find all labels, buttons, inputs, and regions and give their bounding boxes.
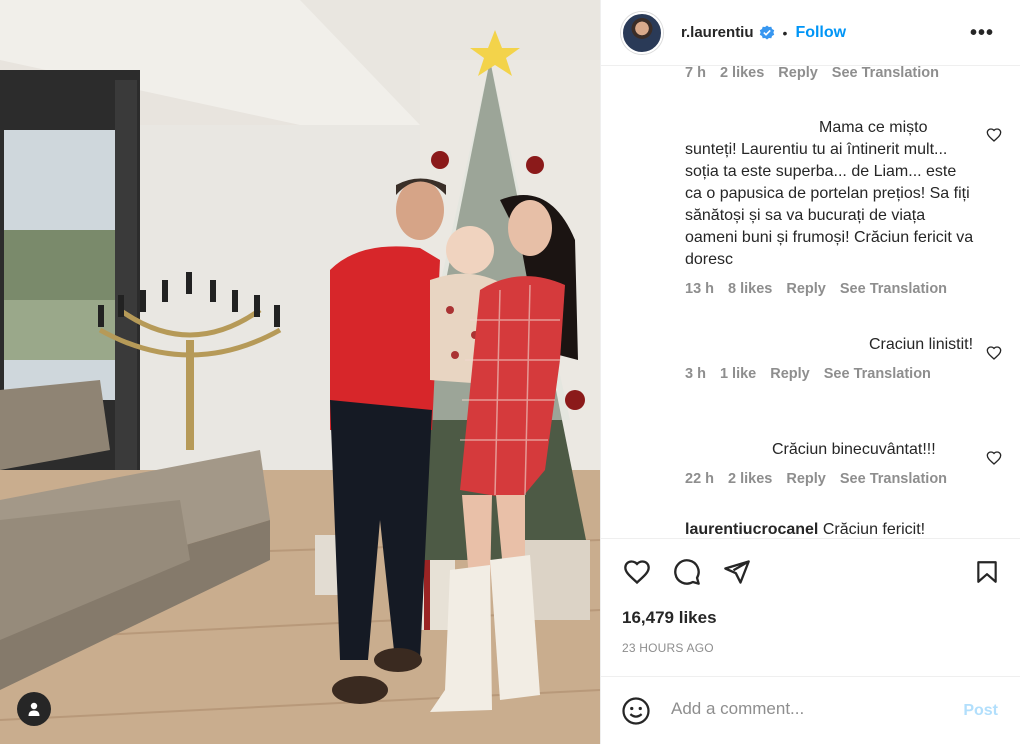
comment-time: 13 h [685, 281, 715, 297]
comment-text: Crăciun fericit! [822, 521, 926, 538]
comment-text: Crăciun binecuvântat!!! [772, 441, 936, 458]
post-photo[interactable] [0, 0, 600, 744]
post-timestamp: 23 HOURS AGO [622, 641, 714, 655]
see-translation-button[interactable]: See Translation [840, 471, 947, 487]
separator-dot: • [782, 24, 788, 41]
comment-time: 7 h [685, 66, 706, 81]
share-paper-plane-icon[interactable] [722, 558, 752, 586]
reply-button[interactable]: Reply [786, 281, 826, 297]
comment-item: 7 h 2 likes Reply See Translation [685, 66, 939, 81]
comment-likes[interactable]: 2 likes [728, 471, 772, 487]
like-comment-heart-icon[interactable] [986, 127, 1002, 143]
reply-button[interactable]: Reply [770, 366, 810, 382]
comment-item: Craciun linistit! 3 h 1 like Reply See T… [685, 334, 975, 382]
add-comment-bar: Post [601, 676, 1020, 744]
like-comment-heart-icon[interactable] [986, 345, 1002, 361]
emoji-smiley-icon[interactable] [621, 696, 651, 726]
comment-item: Mama ce mișto sunteți! Laurentiu tu ai î… [685, 117, 975, 297]
more-options-icon[interactable]: ••• [970, 22, 994, 45]
likes-count[interactable]: 16,479 likes [622, 608, 717, 628]
see-translation-button[interactable]: See Translation [824, 366, 931, 382]
like-comment-heart-icon[interactable] [986, 450, 1002, 466]
post-comment-button[interactable]: Post [963, 702, 998, 720]
reply-button[interactable]: Reply [778, 66, 818, 81]
comments-list[interactable]: 7 h 2 likes Reply See Translation Mama c… [601, 66, 1020, 538]
comment-likes[interactable]: 1 like [720, 366, 756, 382]
comment-item: laurentiucrocanel Crăciun fericit! [685, 521, 925, 538]
comment-text: Craciun linistit! [869, 336, 974, 353]
verified-badge-icon [759, 25, 775, 41]
comment-bubble-icon[interactable] [672, 558, 702, 586]
comment-meta: 3 h 1 like Reply See Translation [685, 366, 975, 382]
post-author-username[interactable]: r.laurentiu [681, 24, 754, 41]
comment-time: 3 h [685, 366, 706, 382]
user-icon [28, 702, 40, 716]
comment-likes[interactable]: 8 likes [728, 281, 772, 297]
like-heart-icon[interactable] [622, 558, 652, 586]
comment-meta: 7 h 2 likes Reply See Translation [685, 66, 939, 81]
photo-illustration [0, 0, 600, 744]
avatar[interactable] [621, 11, 663, 54]
post-side-panel: r.laurentiu • Follow ••• 7 h 2 likes Rep… [600, 0, 1021, 744]
comment-meta: 22 h 2 likes Reply See Translation [685, 471, 975, 487]
see-translation-button[interactable]: See Translation [832, 66, 939, 81]
post-header: r.laurentiu • Follow ••• [601, 0, 1020, 66]
comment-input[interactable] [671, 699, 941, 719]
tagged-user-button[interactable] [17, 692, 51, 726]
follow-button[interactable]: Follow [795, 24, 846, 42]
comment-likes[interactable]: 2 likes [720, 66, 764, 81]
comment-text: Mama ce mișto sunteți! Laurentiu tu ai î… [685, 119, 974, 268]
comment-time: 22 h [685, 471, 715, 487]
reply-button[interactable]: Reply [786, 471, 826, 487]
save-bookmark-icon[interactable] [974, 558, 1000, 586]
see-translation-button[interactable]: See Translation [840, 281, 947, 297]
comment-username[interactable]: laurentiucrocanel [685, 521, 818, 538]
comment-item: Crăciun binecuvântat!!! 22 h 2 likes Rep… [685, 439, 975, 487]
comment-meta: 13 h 8 likes Reply See Translation [685, 281, 975, 297]
